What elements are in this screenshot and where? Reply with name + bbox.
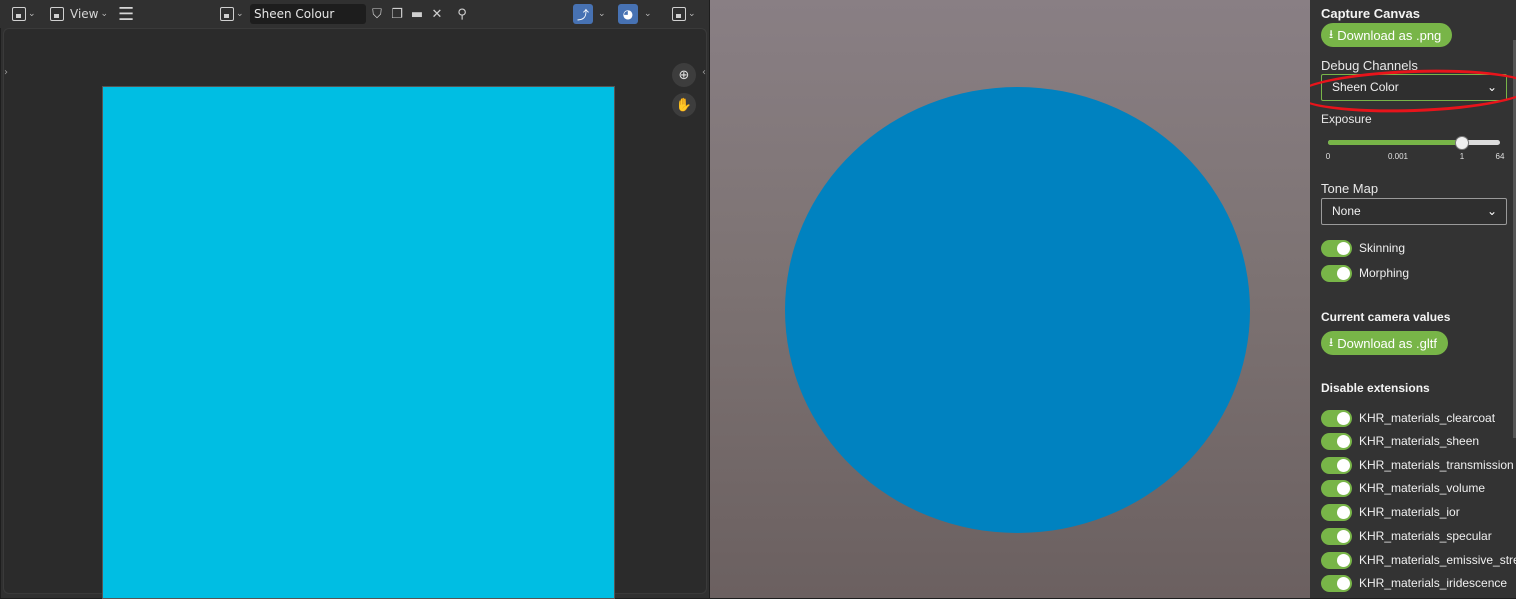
- skinning-label: Skinning: [1359, 241, 1406, 255]
- chevron-down-icon: ⌄: [100, 9, 109, 19]
- extension-toggle[interactable]: [1321, 479, 1352, 497]
- extension-toggle-row[interactable]: KHR_materials_volume: [1321, 479, 1516, 497]
- download-icon: ⭳: [1329, 334, 1334, 349]
- extension-label: KHR_materials_transmission: [1359, 458, 1514, 472]
- extension-toggle[interactable]: [1321, 551, 1352, 569]
- extension-toggle[interactable]: [1321, 409, 1352, 427]
- extension-label: KHR_materials_emissive_streng: [1359, 553, 1516, 567]
- morphing-label: Morphing: [1359, 266, 1410, 280]
- sphere-model: [785, 87, 1250, 533]
- overlays-dropdown[interactable]: ⌄: [642, 4, 652, 24]
- display-channels-button[interactable]: ⌄: [672, 4, 696, 24]
- image-name-field[interactable]: Sheen Colour: [250, 4, 366, 24]
- image-icon: [220, 7, 234, 21]
- chevron-down-icon: ⌄: [644, 9, 652, 19]
- morphing-toggle-row[interactable]: Morphing: [1321, 264, 1516, 282]
- download-gltf-button[interactable]: ⭳ Download as .gltf: [1321, 331, 1448, 355]
- exposure-tick: 1: [1459, 152, 1465, 161]
- new-image-icon[interactable]: ❐: [388, 5, 406, 23]
- extension-toggle-row[interactable]: KHR_materials_emissive_streng: [1321, 551, 1516, 569]
- gltf-viewer-canvas[interactable]: [710, 0, 1310, 598]
- exposure-slider-thumb[interactable]: [1455, 136, 1470, 150]
- download-png-button[interactable]: ⭳ Download as .png: [1321, 23, 1453, 47]
- extension-label: KHR_materials_sheen: [1359, 434, 1480, 448]
- image-editor-viewport[interactable]: ⊕ ✋ › ‹: [3, 28, 707, 599]
- extension-label: KHR_materials_specular: [1359, 529, 1492, 543]
- extension-toggle-row[interactable]: KHR_materials_ior: [1321, 503, 1516, 521]
- download-gltf-label: Download as .gltf: [1337, 335, 1437, 351]
- hamburger-menu-icon[interactable]: ☰: [118, 4, 134, 25]
- chevron-down-icon: ⌄: [28, 9, 36, 19]
- view-menu-label: View: [70, 7, 99, 21]
- uv-sync-icon[interactable]: ⤴: [573, 4, 593, 24]
- exposure-title: Exposure: [1321, 112, 1372, 126]
- browse-image-button[interactable]: ⌄: [220, 4, 244, 24]
- download-icon: ⭳: [1329, 26, 1334, 41]
- snap-dropdown[interactable]: ⌄: [596, 4, 606, 24]
- skinning-toggle-row[interactable]: Skinning: [1321, 239, 1516, 257]
- tone-map-value: None: [1332, 204, 1361, 218]
- display-channels-icon: [672, 7, 686, 21]
- extension-toggle[interactable]: [1321, 503, 1352, 521]
- image-editor-area: ⊕ ✋ › ‹: [0, 28, 709, 599]
- exposure-tick: 0: [1325, 152, 1331, 161]
- blender-image-editor: ⌄ View ⌄ ☰ ⌄ Sheen Colour ⛉ ❐ ▬ ✕ ⚲ ⤴ ⌄ ◕…: [0, 0, 709, 599]
- extension-toggle-row[interactable]: KHR_materials_transmission: [1321, 456, 1516, 474]
- image-editor-header: ⌄ View ⌄ ☰ ⌄ Sheen Colour ⛉ ❐ ▬ ✕ ⚲ ⤴ ⌄ ◕…: [0, 0, 709, 28]
- extension-toggle[interactable]: [1321, 456, 1352, 474]
- extension-toggle-row[interactable]: KHR_materials_sheen: [1321, 432, 1516, 450]
- chevron-down-icon: ⌄: [236, 9, 244, 19]
- image-icon: [50, 7, 64, 21]
- chevron-down-icon: ⌄: [1486, 204, 1497, 218]
- camera-values-title: Current camera values: [1321, 310, 1451, 324]
- extension-label: KHR_materials_ior: [1359, 505, 1460, 519]
- viewer-control-panel: Capture Canvas ⭳ Download as .png Debug …: [1310, 0, 1516, 598]
- toolbar-expand-icon[interactable]: ›: [4, 67, 8, 78]
- extension-toggle[interactable]: [1321, 527, 1352, 545]
- image-editor-icon: [12, 7, 26, 21]
- extension-toggle-row[interactable]: KHR_materials_clearcoat: [1321, 409, 1516, 427]
- extension-label: KHR_materials_clearcoat: [1359, 411, 1496, 425]
- download-png-label: Download as .png: [1337, 27, 1442, 43]
- close-icon[interactable]: ✕: [428, 5, 446, 23]
- extension-toggle[interactable]: [1321, 432, 1352, 450]
- tone-map-title: Tone Map: [1321, 181, 1379, 196]
- extension-toggle-row[interactable]: KHR_materials_specular: [1321, 527, 1516, 545]
- capture-canvas-title: Capture Canvas: [1321, 6, 1420, 21]
- hand-pan-icon[interactable]: ✋: [672, 93, 696, 117]
- sheen-colour-image: [102, 86, 615, 599]
- exposure-tick: 0.001: [1387, 152, 1409, 161]
- view-menu[interactable]: View ⌄: [50, 4, 108, 24]
- disable-extensions-title: Disable extensions: [1321, 381, 1430, 395]
- extension-label: KHR_materials_volume: [1359, 481, 1486, 495]
- open-folder-icon[interactable]: ▬: [408, 5, 426, 23]
- fake-user-shield-icon[interactable]: ⛉: [368, 5, 386, 23]
- chevron-down-icon: ⌄: [598, 9, 606, 19]
- tone-map-select[interactable]: None ⌄: [1321, 198, 1507, 225]
- overlays-icon[interactable]: ◕: [618, 4, 638, 24]
- exposure-tick: 64: [1495, 152, 1505, 161]
- sidebar-expand-icon[interactable]: ‹: [702, 67, 706, 78]
- exposure-slider[interactable]: [1328, 136, 1500, 150]
- exposure-slider-fill: [1328, 140, 1463, 145]
- chevron-down-icon: ⌄: [688, 9, 696, 19]
- extension-toggle[interactable]: [1321, 574, 1352, 592]
- pin-icon[interactable]: ⚲: [453, 5, 471, 23]
- skinning-toggle[interactable]: [1321, 239, 1352, 257]
- extension-toggle-row[interactable]: KHR_materials_iridescence: [1321, 574, 1516, 592]
- zoom-icon[interactable]: ⊕: [672, 63, 696, 87]
- editor-type-button[interactable]: ⌄: [12, 4, 36, 24]
- extension-label: KHR_materials_iridescence: [1359, 576, 1508, 590]
- morphing-toggle[interactable]: [1321, 264, 1352, 282]
